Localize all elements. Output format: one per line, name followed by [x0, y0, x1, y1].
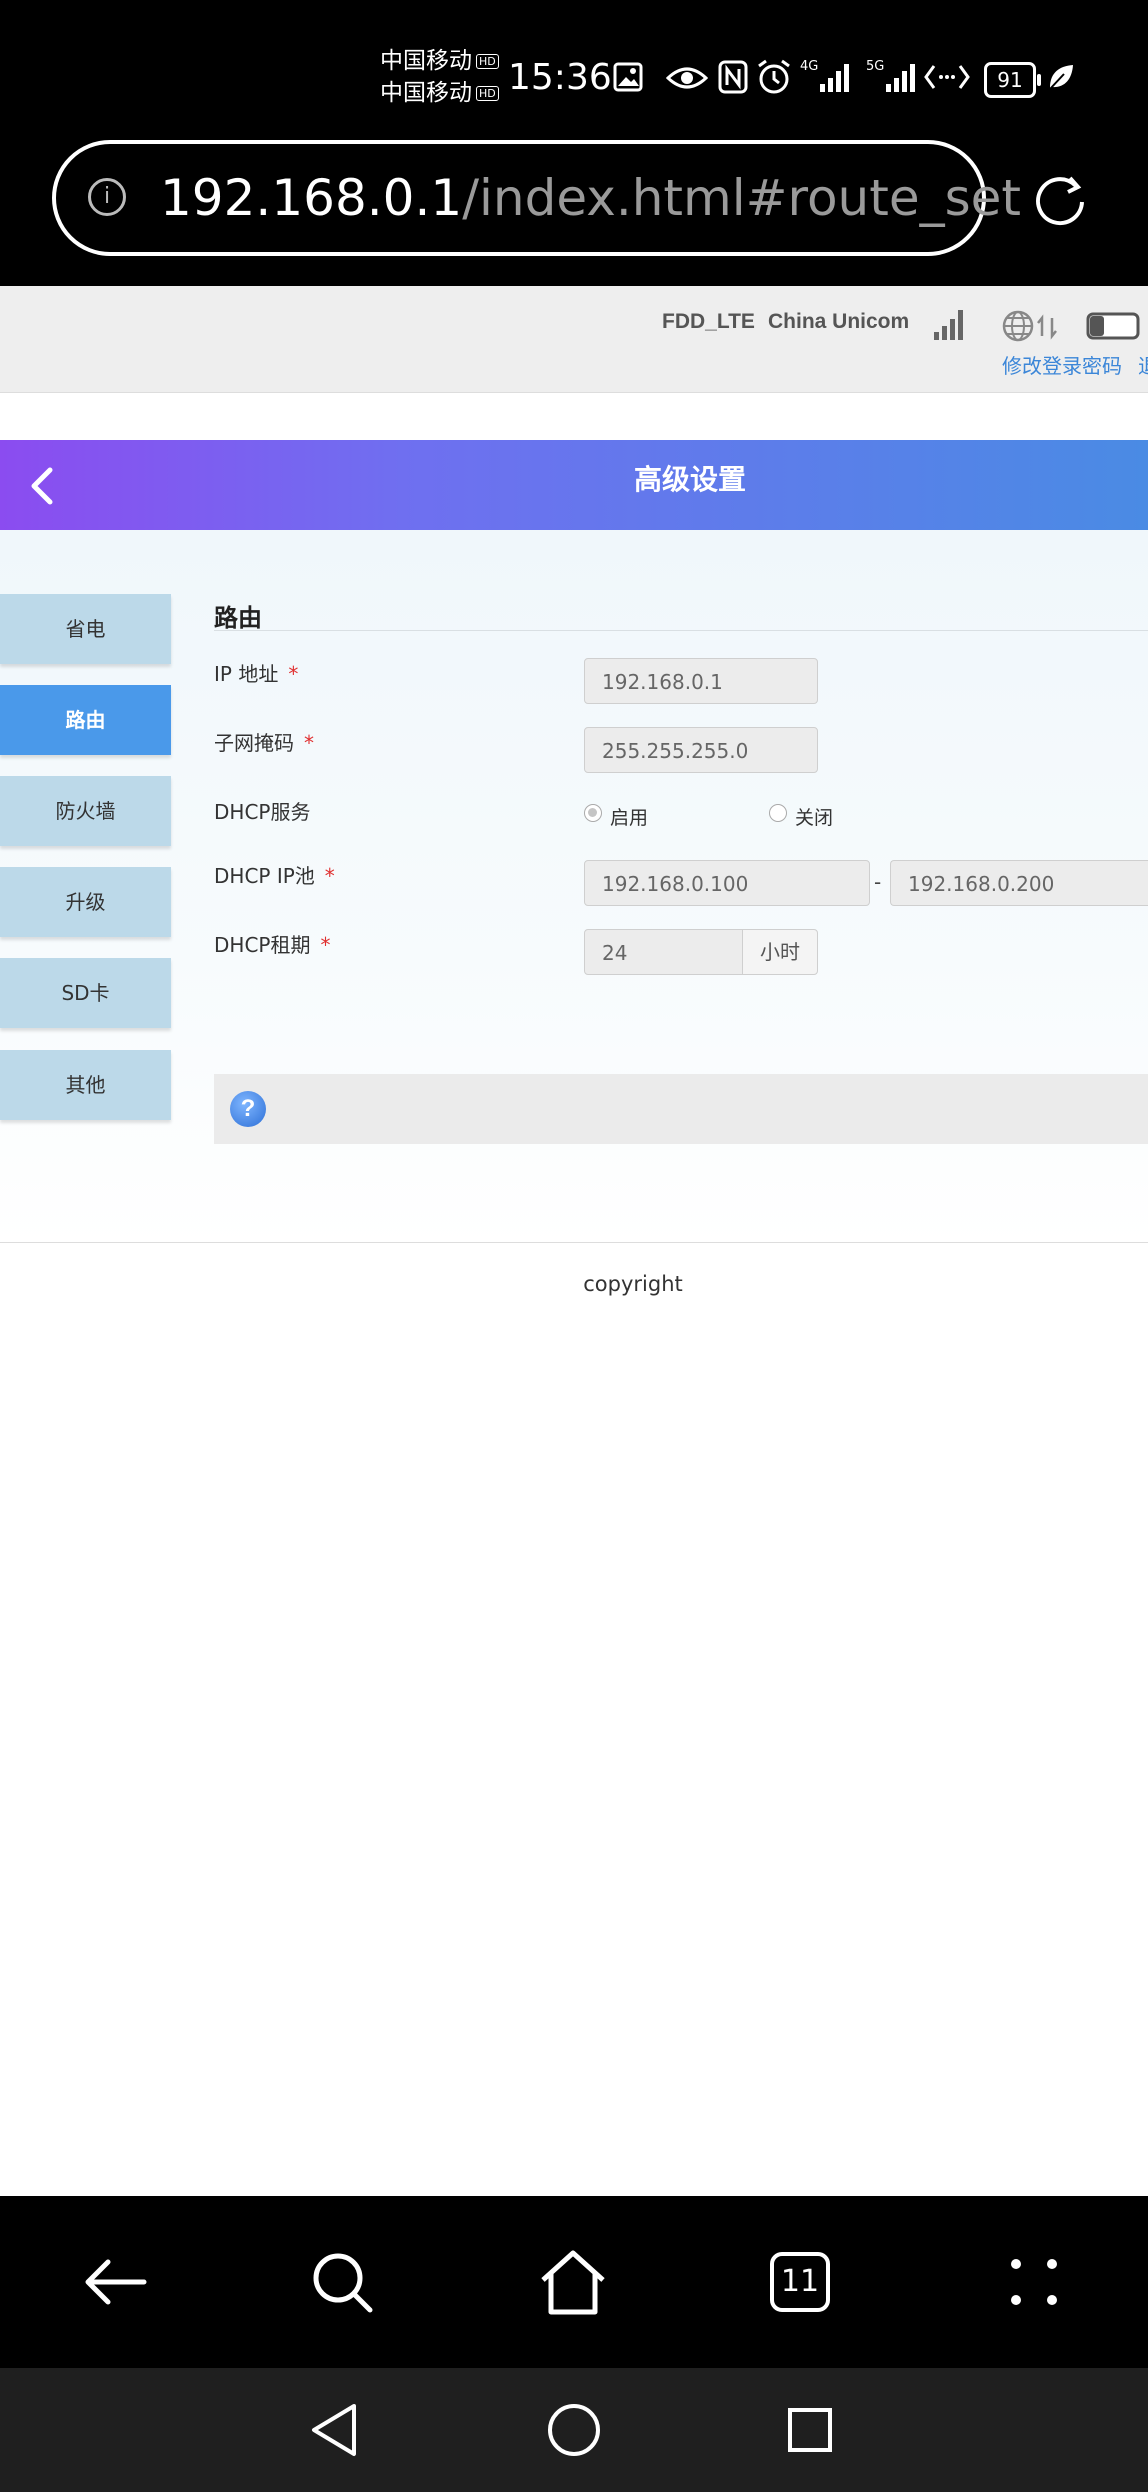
- ip-address-label-text: IP 地址: [214, 662, 279, 686]
- reload-icon[interactable]: [1030, 170, 1090, 230]
- subnet-mask-input[interactable]: 255.255.255.0: [584, 727, 818, 773]
- alarm-icon: [758, 59, 790, 94]
- battery-icon: 91: [984, 62, 1041, 98]
- eye-icon: [666, 67, 708, 89]
- cut-link[interactable]: 退: [1138, 354, 1148, 378]
- url-host: 192.168.0.1: [160, 169, 463, 227]
- dhcp-lease-label-text: DHCP租期: [214, 933, 311, 957]
- home-icon[interactable]: [538, 2248, 608, 2316]
- status-time: 15:36: [508, 57, 612, 98]
- nav-recents-icon[interactable]: [786, 2406, 834, 2454]
- dhcp-lease-input[interactable]: 24: [584, 929, 744, 975]
- dhcp-pool-label-text: DHCP IP池: [214, 864, 315, 888]
- nfc-icon: [718, 60, 748, 94]
- section-divider: [214, 630, 1148, 631]
- url-text[interactable]: 192.168.0.1/index.html#route_set: [160, 168, 1021, 228]
- dhcp-disable-radio[interactable]: [769, 804, 787, 822]
- info-icon[interactable]: i: [88, 178, 126, 216]
- network-type: FDD_LTE: [662, 310, 755, 333]
- signal-5g-icon: [886, 64, 915, 92]
- router-status-bar: [0, 286, 1148, 393]
- change-password-label: 修改登录密码: [1002, 354, 1122, 378]
- sidebar-item-routing[interactable]: 路由: [0, 685, 171, 755]
- required-mark: *: [288, 662, 299, 686]
- required-mark: *: [320, 933, 331, 957]
- data-transfer-icon: [924, 65, 970, 89]
- subnet-mask-label-text: 子网掩码: [214, 731, 294, 755]
- tabs-button[interactable]: 11: [770, 2252, 830, 2312]
- nav-back-icon[interactable]: [306, 2400, 362, 2460]
- subnet-mask-label: 子网掩码 *: [214, 727, 314, 756]
- signal-4g-icon: [820, 64, 849, 92]
- hd-badge-2: HD: [476, 86, 499, 101]
- dhcp-enable-radio[interactable]: [584, 804, 602, 822]
- section-title: 路由: [214, 604, 262, 632]
- dhcp-service-label: DHCP服务: [214, 800, 311, 824]
- dhcp-pool-end-input[interactable]: 192.168.0.200: [890, 860, 1148, 906]
- url-path: /index.html#route_set: [462, 169, 1022, 227]
- footer-divider: [0, 1242, 1148, 1243]
- signal-strength-icon: [934, 310, 963, 340]
- ip-address-label: IP 地址 *: [214, 658, 298, 687]
- operator-name: China Unicom: [768, 310, 910, 333]
- lease-unit: 小时: [742, 929, 818, 975]
- search-icon[interactable]: [310, 2250, 376, 2316]
- carrier-2-label: 中国移动: [380, 80, 472, 106]
- required-mark: *: [304, 731, 314, 755]
- internet-globe-icon: [1002, 310, 1057, 342]
- ip-address-input[interactable]: 192.168.0.1: [584, 658, 818, 704]
- required-mark: *: [324, 864, 335, 888]
- dhcp-enable-label: 启用: [610, 807, 649, 829]
- carrier-2: 中国移动 HD: [380, 78, 499, 108]
- back-icon[interactable]: [80, 2254, 150, 2310]
- sidebar-item-other[interactable]: 其他: [0, 1050, 171, 1120]
- carrier-1: 中国移动 HD: [380, 46, 499, 76]
- dhcp-lease-label: DHCP租期 *: [214, 929, 330, 958]
- leaf-icon: [1049, 65, 1073, 90]
- help-icon[interactable]: ?: [230, 1091, 266, 1127]
- change-password-link[interactable]: 修改登录密码退: [1002, 350, 1148, 379]
- page-title: 高级设置: [633, 463, 746, 496]
- sidebar-item-firewall[interactable]: 防火墙: [0, 776, 171, 846]
- image-icon: [613, 62, 643, 92]
- copyright-text: copyright: [583, 1272, 683, 1296]
- sidebar-item-power-saving[interactable]: 省电: [0, 594, 171, 664]
- hd-badge-1: HD: [476, 54, 499, 69]
- nav-home-icon[interactable]: [546, 2402, 602, 2458]
- sidebar-item-upgrade[interactable]: 升级: [0, 867, 171, 937]
- menu-dots-icon[interactable]: [1006, 2254, 1062, 2310]
- dhcp-pool-start-input[interactable]: 192.168.0.100: [584, 860, 870, 906]
- help-bar: [214, 1074, 1148, 1144]
- pool-separator: -: [874, 870, 882, 894]
- dhcp-disable-label: 关闭: [795, 807, 834, 829]
- dhcp-pool-label: DHCP IP池 *: [214, 860, 335, 889]
- sim-battery-icon: [1086, 312, 1140, 340]
- carrier-1-label: 中国移动: [380, 48, 472, 74]
- sidebar-item-sd-card[interactable]: SD卡: [0, 958, 171, 1028]
